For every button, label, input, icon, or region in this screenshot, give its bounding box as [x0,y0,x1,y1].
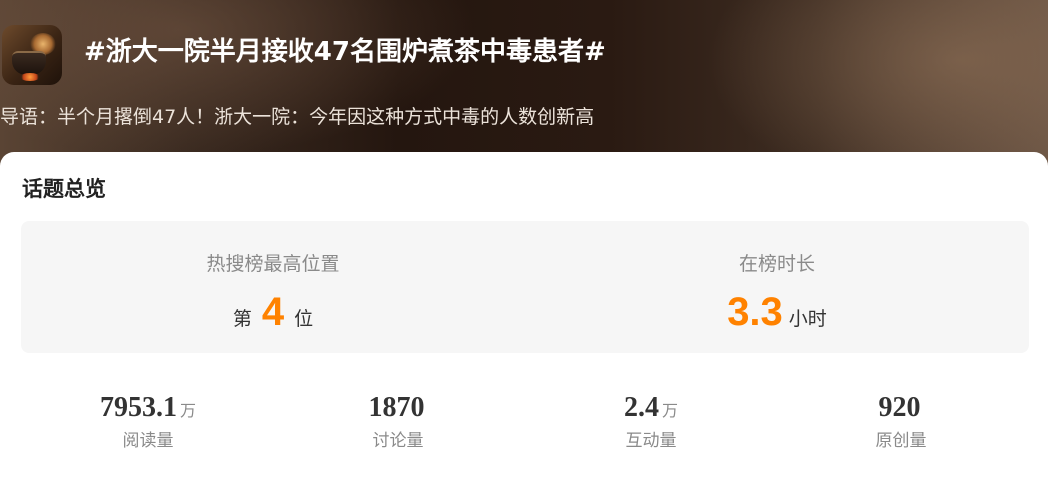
highest-rank-value-row: 第 4 位 [21,287,525,337]
topic-title: #浙大一院半月接收47名围炉煮茶中毒患者# [84,37,606,67]
topic-header: #浙大一院半月接收47名围炉煮茶中毒患者# 导语：半个月撂倒47人！浙大一院：今… [0,0,1048,175]
rank-suffix: 位 [294,308,314,330]
stat-unit: 万 [661,401,678,420]
stat-value: 2.4 [623,392,659,423]
duration-label: 在榜时长 [738,253,815,275]
stat-reads: 7953.1 万 阅读量 [17,388,279,458]
duration-number: 3.3 [727,290,783,334]
section-title: 话题总览 [22,177,106,201]
stat-originals-value-row: 920 [770,388,1032,428]
duration-block: 在榜时长 3.3 小时 [525,221,1029,353]
stat-label: 讨论量 [372,431,424,451]
stat-value: 920 [878,392,921,423]
stat-originals: 920 原创量 [770,388,1032,458]
duration-unit: 小时 [788,308,827,330]
stat-reads-value-row: 7953.1 万 [17,388,279,428]
rank-panel: 热搜榜最高位置 第 4 位 在榜时长 3.3 小时 [21,221,1029,353]
stat-label: 互动量 [625,431,677,451]
stat-label: 原创量 [875,431,927,451]
rank-number: 4 [261,290,285,334]
overview-card: 话题总览 热搜榜最高位置 第 4 位 在榜时长 3.3 小时 7953.1 万 … [0,152,1048,484]
stat-value: 7953.1 [99,392,177,423]
thumbnail-stove-fire [20,73,40,81]
stats-row: 7953.1 万 阅读量 1870 讨论量 2.4 万 互动量 920 原创量 [0,388,1048,458]
stat-interactions-value-row: 2.4 万 [520,388,782,428]
stat-discussions: 1870 讨论量 [267,388,529,458]
rank-prefix: 第 [232,308,252,330]
stat-value: 1870 [368,392,425,423]
topic-guide-text: 导语：半个月撂倒47人！浙大一院：今年因这种方式中毒的人数创新高 [0,106,595,128]
stat-interactions: 2.4 万 互动量 [520,388,782,458]
thumbnail-teapot [12,51,46,75]
topic-thumbnail[interactable] [2,25,62,85]
duration-value-row: 3.3 小时 [525,287,1029,337]
stat-unit: 万 [179,401,196,420]
highest-rank-label: 热搜榜最高位置 [206,253,340,275]
highest-rank-block: 热搜榜最高位置 第 4 位 [21,221,525,353]
stat-label: 阅读量 [122,431,174,451]
stat-discussions-value-row: 1870 [267,388,529,428]
